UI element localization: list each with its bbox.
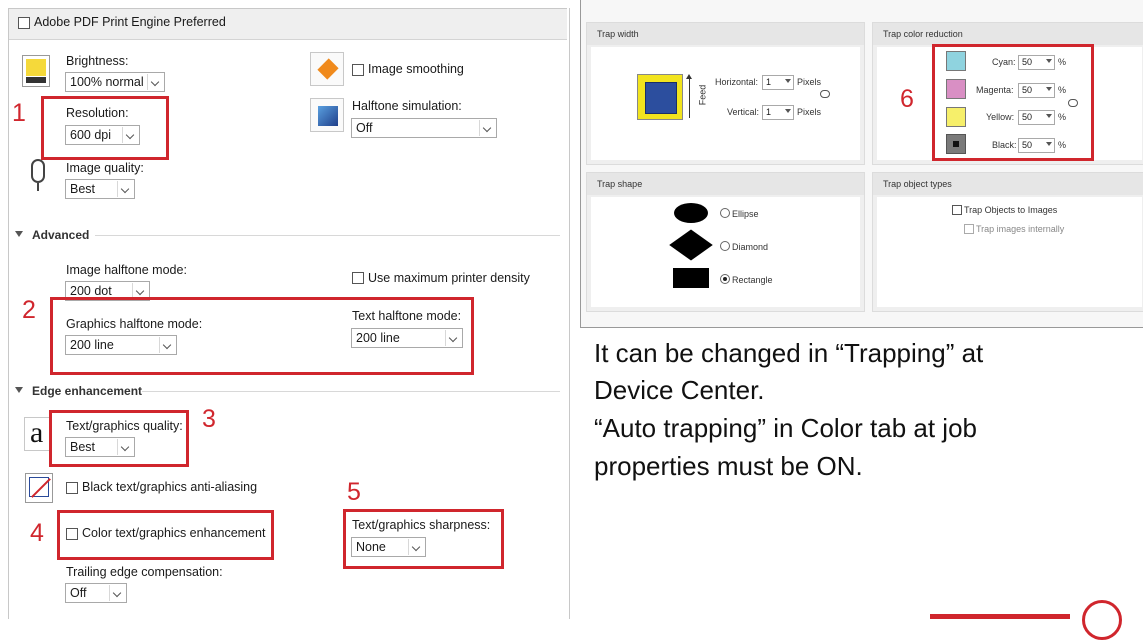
image-halftone-mode-value: 200 dot	[70, 284, 112, 298]
halftone-simulation-label: Halftone simulation:	[352, 99, 462, 113]
edge-divider	[142, 391, 560, 392]
chevron-down-icon	[785, 79, 791, 83]
max-density-checkbox[interactable]	[352, 272, 364, 284]
callout-number-1: 1	[12, 99, 26, 127]
trap-object-types-title: Trap object types	[883, 179, 952, 189]
callout-number-3: 3	[202, 405, 216, 433]
rectangle-shape-icon	[673, 268, 709, 288]
advanced-section-title: Advanced	[32, 228, 90, 242]
trap-objects-to-images-label: Trap Objects to Images	[964, 205, 1058, 215]
callout-box-2	[50, 297, 474, 375]
trap-images-internally-checkbox[interactable]	[964, 224, 974, 234]
callout-box-6	[932, 44, 1094, 161]
edge-section-title: Edge enhancement	[32, 384, 143, 398]
callout-number-2: 2	[22, 296, 36, 324]
rectangle-label: Rectangle	[732, 275, 773, 285]
trap-images-internally-label: Trap images internally	[976, 224, 1065, 234]
diamond-label: Diamond	[732, 242, 769, 252]
trap-width-preview	[637, 74, 683, 120]
callout-number-4: 4	[30, 519, 44, 547]
image-quality-icon	[25, 159, 53, 193]
anti-aliasing-checkbox[interactable]	[66, 482, 78, 494]
brightness-select[interactable]: 100% normal	[65, 72, 165, 92]
halftone-simulation-icon	[310, 98, 344, 132]
trap-color-reduction-title: Trap color reduction	[883, 29, 963, 39]
trailing-edge-value: Off	[70, 586, 87, 600]
image-quality-select[interactable]: Best	[65, 179, 135, 199]
max-density-label: Use maximum printer density	[368, 271, 530, 285]
callout-box-4	[57, 510, 274, 560]
trailing-edge-label: Trailing edge compensation:	[66, 565, 223, 579]
trailing-edge-select[interactable]: Off	[65, 583, 127, 603]
horizontal-value: 1	[766, 77, 772, 87]
chevron-down-icon	[117, 181, 133, 197]
halftone-simulation-value: Off	[356, 121, 373, 135]
text-quality-icon: a	[24, 416, 52, 451]
brightness-icon	[22, 55, 50, 87]
rectangle-radio[interactable]	[720, 274, 730, 284]
image-smoothing-icon	[310, 52, 344, 86]
ellipse-radio[interactable]	[720, 208, 730, 218]
trap-object-types-panel: Trap object types	[872, 172, 1143, 312]
callout-box-5	[343, 509, 504, 569]
vertical-value: 1	[766, 107, 772, 117]
horizontal-label: Horizontal:	[715, 77, 759, 87]
feed-arrow-icon	[689, 78, 690, 118]
anti-aliasing-icon	[25, 473, 53, 503]
engine-preferred-label: Adobe PDF Print Engine Preferred	[34, 15, 226, 29]
brightness-label: Brightness:	[66, 54, 129, 68]
image-quality-value: Best	[70, 182, 96, 196]
brightness-value: 100% normal	[70, 75, 144, 89]
letter-a-glyph: a	[30, 416, 44, 449]
trap-shape-title: Trap shape	[597, 179, 643, 189]
trap-objects-to-images-checkbox[interactable]	[952, 205, 962, 215]
image-quality-label: Image quality:	[66, 161, 144, 175]
callout-box-3	[49, 410, 189, 467]
width-link-icon[interactable]	[820, 90, 830, 98]
collapse-advanced-icon[interactable]	[15, 231, 23, 237]
image-halftone-mode-label: Image halftone mode:	[66, 263, 187, 277]
image-smoothing-checkbox[interactable]	[352, 64, 364, 76]
anti-aliasing-label: Black text/graphics anti-aliasing	[82, 480, 258, 494]
image-smoothing-label: Image smoothing	[368, 62, 464, 76]
collapse-edge-icon[interactable]	[15, 387, 23, 393]
callout-number-6: 6	[900, 85, 914, 113]
chevron-down-icon	[109, 585, 125, 601]
callout-box-1	[41, 96, 169, 160]
note-line-2: Device Center.	[594, 375, 765, 405]
note-line-1: It can be changed in “Trapping” at	[594, 338, 984, 368]
callout-number-5: 5	[347, 478, 361, 506]
trap-width-body	[591, 47, 860, 160]
advanced-divider	[95, 235, 560, 236]
ellipse-shape-icon	[674, 203, 708, 223]
engine-preferred-checkbox[interactable]	[18, 17, 30, 29]
chevron-down-icon	[147, 74, 163, 90]
horizontal-select[interactable]: 1	[762, 75, 794, 90]
diamond-radio[interactable]	[720, 241, 730, 251]
feed-label: Feed	[697, 84, 708, 106]
chevron-down-icon	[785, 109, 791, 113]
chevron-down-icon	[479, 120, 495, 136]
trap-width-title: Trap width	[597, 29, 639, 39]
brand-logo-fragment	[930, 606, 1070, 619]
brand-logo-globe-icon	[1082, 600, 1122, 640]
vertical-select[interactable]: 1	[762, 105, 794, 120]
feed-arrow-head	[686, 74, 692, 79]
vertical-unit: Pixels	[797, 107, 822, 117]
vertical-label: Vertical:	[727, 107, 760, 117]
note-line-4: properties must be ON.	[594, 451, 863, 481]
halftone-simulation-select[interactable]: Off	[351, 118, 497, 138]
note-line-3: “Auto trapping” in Color tab at job	[594, 413, 977, 443]
ellipse-label: Ellipse	[732, 209, 759, 219]
horizontal-unit: Pixels	[797, 77, 822, 87]
